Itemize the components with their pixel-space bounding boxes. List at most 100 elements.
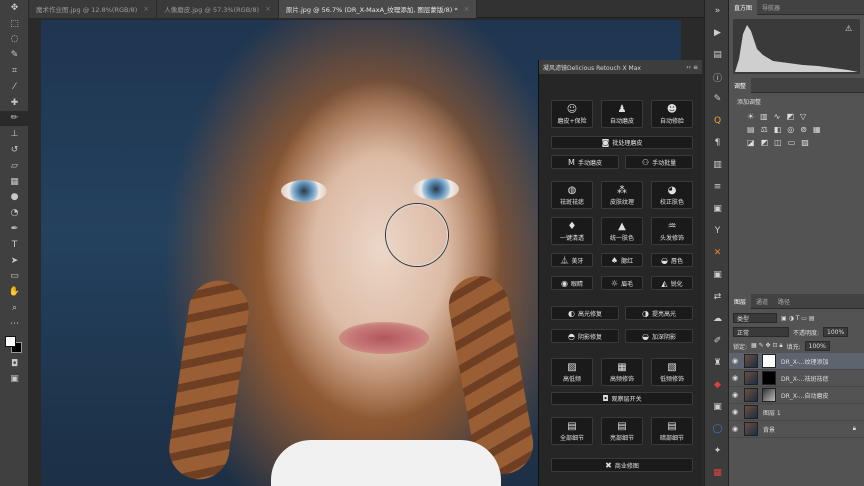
collapse-icon[interactable]: »: [705, 0, 730, 22]
fill-field[interactable]: 100%: [804, 341, 830, 351]
photo-icon[interactable]: ▣: [705, 396, 730, 418]
tab-document-3[interactable]: 原片.jpg @ 56.7% (DR_X-MaxA_纹理添加, 图层蒙版/8) …: [278, 0, 478, 18]
sparkle-icon[interactable]: ✦: [705, 440, 730, 462]
commercial-retouch-button[interactable]: ✖ 商业修图: [551, 458, 693, 472]
visibility-eye-icon[interactable]: ◉: [729, 408, 741, 416]
visibility-eye-icon[interactable]: ◉: [729, 391, 741, 399]
tools-x-icon[interactable]: ✕: [705, 242, 730, 264]
screen-mode-icon[interactable]: ▣: [0, 372, 29, 388]
path-select-tool-icon[interactable]: ➤: [0, 253, 29, 269]
teeth-button[interactable]: ⏅ 美牙: [551, 253, 593, 267]
lookup-icon[interactable]: ▦: [813, 125, 821, 134]
hair-retouch-button[interactable]: ♒ 头发修饰: [651, 217, 693, 245]
blend-mode-select[interactable]: 正常: [733, 327, 789, 337]
curves-icon[interactable]: ∿: [774, 112, 781, 121]
crop-tool-icon[interactable]: ⌗: [0, 63, 29, 79]
brush-panel-icon[interactable]: ✎: [705, 88, 730, 110]
threshold-icon[interactable]: ◫: [774, 138, 782, 147]
eyedropper-tool-icon[interactable]: ⁄: [0, 79, 29, 95]
paragraph-icon[interactable]: ¶: [705, 132, 730, 154]
brush-tool-icon[interactable]: ✏: [0, 110, 29, 127]
eraser-tool-icon[interactable]: ▱: [0, 158, 29, 174]
batch-smooth-button[interactable]: ◙ 批处理磨皮: [551, 136, 693, 149]
shape-tool-icon[interactable]: ▭: [0, 269, 29, 285]
all-detail-button[interactable]: ▤ 全部细节: [551, 417, 593, 445]
q-plugin-icon[interactable]: Q: [705, 110, 730, 132]
layer-filter-select[interactable]: 类型: [733, 313, 777, 323]
high-freq-button[interactable]: ▦ 高频修饰: [601, 358, 643, 386]
history-brush-tool-icon[interactable]: ↺: [0, 142, 29, 158]
lines-icon[interactable]: ≡: [705, 176, 730, 198]
play-icon[interactable]: ▶: [705, 22, 730, 44]
color-swatches[interactable]: [0, 332, 28, 356]
color-balance-icon[interactable]: ⚖: [761, 125, 768, 134]
photo-filter-icon[interactable]: ◎: [787, 125, 794, 134]
auto-face-button[interactable]: ☻ 自动修脸: [651, 100, 693, 128]
visibility-eye-icon[interactable]: ◉: [729, 425, 741, 433]
low-freq-button[interactable]: ▧ 低频修饰: [651, 358, 693, 386]
cloud-icon[interactable]: ☁: [705, 308, 730, 330]
tab-adjustments[interactable]: 调整: [729, 77, 752, 93]
bright-detail-button[interactable]: ▤ 亮部细节: [601, 417, 643, 445]
brighten-highlight-button[interactable]: ◑ 提亮高光: [625, 306, 693, 320]
highlight-repair-button[interactable]: ◐ 高光修复: [551, 306, 619, 320]
dodge-tool-icon[interactable]: ◔: [0, 205, 29, 221]
brows-button[interactable]: ☼ 眉毛: [601, 276, 643, 290]
red-grid-icon[interactable]: ▦: [705, 462, 730, 484]
layers-icon[interactable]: ▤: [705, 44, 730, 66]
clear-skin-button[interactable]: ♦ 一键清透: [551, 217, 593, 245]
manual-batch-button[interactable]: ⚇ 手动批量: [625, 155, 693, 169]
bw-icon[interactable]: ◧: [774, 125, 782, 134]
exposure-icon[interactable]: ◩: [786, 112, 794, 121]
sharpen-button[interactable]: ◭ 锐化: [651, 276, 693, 290]
stamp-tool-icon[interactable]: ⊥: [0, 126, 29, 142]
plugin-menu-icon[interactable]: ›› ≡: [686, 64, 698, 71]
lip-color-button[interactable]: ◒ 唇色: [651, 253, 693, 267]
layer-row[interactable]: ◉ 背景 🔒︎: [729, 421, 864, 438]
close-icon[interactable]: ×: [265, 5, 271, 13]
layer-mask[interactable]: [762, 388, 776, 402]
layer-mask[interactable]: [762, 354, 776, 368]
tab-document-1[interactable]: 魔术作业图.jpg @ 12.8%(RGB/8) ×: [29, 0, 158, 18]
dark-detail-button[interactable]: ▤ 暗部细节: [651, 417, 693, 445]
visibility-eye-icon[interactable]: ◉: [729, 374, 741, 382]
image-icon[interactable]: ▣: [705, 198, 730, 220]
close-icon[interactable]: ×: [143, 5, 149, 13]
blue-circle-icon[interactable]: ◯: [705, 418, 730, 440]
tab-paths[interactable]: 路径: [773, 297, 795, 306]
layer-row[interactable]: ◉ 图层 1: [729, 404, 864, 421]
tab-histogram[interactable]: 直方图: [729, 0, 758, 15]
tab-channels[interactable]: 通道: [751, 297, 773, 306]
tab-document-2[interactable]: 人像磨皮.jpg @ 57.3%(RGB/8) ×: [157, 0, 279, 18]
layer-mask[interactable]: [762, 371, 776, 385]
deepen-shadow-button[interactable]: ◒ 加深阴影: [625, 329, 693, 343]
healing-tool-icon[interactable]: ✚: [0, 95, 29, 111]
filter-icons[interactable]: ▣ ◑ T ▭ ▤: [781, 315, 815, 322]
correct-skin-tone-button[interactable]: ◕ 校正肤色: [651, 181, 693, 209]
brightness-icon[interactable]: ☀: [747, 112, 754, 121]
info-icon[interactable]: ⓘ: [705, 66, 730, 88]
edit-icon[interactable]: ✐: [705, 330, 730, 352]
selective-color-icon[interactable]: ▨: [801, 138, 809, 147]
gradient-map-icon[interactable]: ▭: [788, 138, 796, 147]
more-tools-icon[interactable]: ⋯: [0, 316, 29, 332]
levels-icon[interactable]: ▥: [760, 112, 768, 121]
hand-tool-icon[interactable]: ✋: [0, 284, 29, 300]
quick-mask-icon[interactable]: ◘: [0, 356, 29, 372]
close-icon[interactable]: ×: [464, 5, 470, 13]
skin-texture-button[interactable]: ⁂ 皮肤纹理: [601, 181, 643, 209]
spot-removal-button[interactable]: ◍ 祛斑祛痣: [551, 181, 593, 209]
invert-icon[interactable]: ◪: [747, 138, 755, 147]
quick-select-tool-icon[interactable]: ✎: [0, 47, 29, 63]
opacity-field[interactable]: 100%: [823, 327, 849, 337]
visibility-eye-icon[interactable]: ◉: [729, 357, 741, 365]
layer-row[interactable]: ◉ DR_X-...祛斑祛痣: [729, 370, 864, 387]
swap-icon[interactable]: ⇄: [705, 286, 730, 308]
lasso-tool-icon[interactable]: ◌: [0, 32, 29, 48]
pen-tool-icon[interactable]: ✒: [0, 221, 29, 237]
observe-layer-toggle-button[interactable]: ◘ 观察层开关: [551, 392, 693, 405]
manual-smooth-button[interactable]: M 手动磨皮: [551, 155, 619, 169]
type-tool-icon[interactable]: T: [0, 237, 29, 253]
vibrance-icon[interactable]: ▽: [800, 112, 806, 121]
marquee-tool-icon[interactable]: ⬚: [0, 16, 29, 32]
